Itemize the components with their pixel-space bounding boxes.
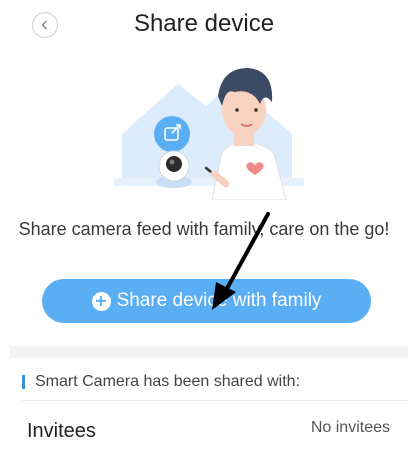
share-bubble-icon (154, 116, 190, 152)
share-message: Share camera feed with family, care on t… (18, 219, 390, 239)
section-divider (10, 346, 408, 358)
section-accent-bar (22, 375, 25, 389)
page-title: Share device (133, 10, 275, 37)
plus-circle-icon (91, 291, 111, 311)
shared-with-text: Smart Camera has been shared with: (35, 373, 301, 390)
header: Share device (0, 0, 408, 50)
shared-with-header: Smart Camera has been shared with: (22, 372, 300, 392)
invitees-label: Invitees (27, 420, 96, 442)
share-device-button[interactable]: Share device with family (42, 279, 371, 323)
invitees-value: No invitees (310, 419, 390, 436)
share-device-button-label: Share device with family (116, 290, 322, 311)
share-illustration (114, 68, 304, 200)
row-divider (22, 400, 408, 401)
